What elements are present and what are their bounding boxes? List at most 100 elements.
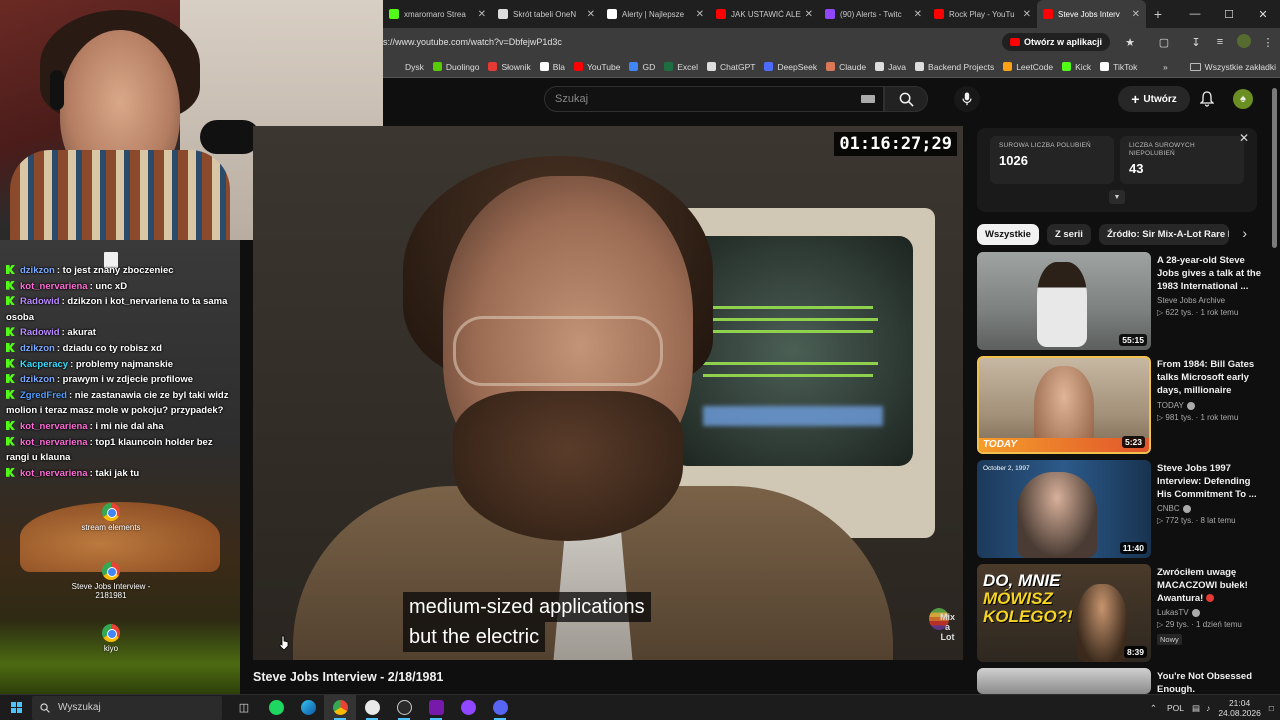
bookmark-item[interactable]: Excel — [664, 62, 698, 72]
bookmark-item[interactable]: ChatGPT — [707, 62, 755, 72]
extensions-icon[interactable]: ▢ — [1152, 36, 1176, 49]
bookmark-item[interactable]: Claude — [826, 62, 866, 72]
chip-source[interactable]: Źródło: Sir Mix-A-Lot Rare Mu — [1098, 223, 1229, 245]
channel-name[interactable]: LukasTV — [1157, 608, 1189, 617]
keyboard-icon[interactable] — [861, 95, 875, 103]
chip-all[interactable]: Wszystkie — [977, 223, 1039, 245]
bookmark-item[interactable]: Java — [875, 62, 906, 72]
video-thumbnail[interactable]: DO, MNIE MÓWISZ KOLEGO?! 8:39 — [977, 564, 1151, 662]
tab-close-icon[interactable]: ✕ — [805, 9, 813, 20]
tab-close-icon[interactable]: ✕ — [1132, 9, 1140, 20]
channel-name[interactable]: Steve Jobs Archive — [1157, 296, 1225, 305]
notifications-icon[interactable]: □ — [1269, 703, 1274, 713]
notifications-button[interactable] — [1198, 90, 1216, 108]
search-input[interactable]: Szukaj — [544, 86, 884, 112]
recommendation-item[interactable]: 55:15 A 28-year-old Steve Jobs gives a t… — [977, 252, 1267, 352]
recommendation-title[interactable]: Steve Jobs 1997 Interview: Defending His… — [1157, 462, 1261, 501]
recommendation-item[interactable]: You're Not Obsessed Enough. — [977, 668, 1267, 696]
create-button[interactable]: + Utwórz — [1118, 86, 1190, 112]
desktop-icon-steve-jobs-interview[interactable]: Steve Jobs Interview - 2181981 — [71, 562, 151, 600]
video-thumbnail[interactable] — [977, 668, 1151, 694]
bookmark-item[interactable]: YouTube — [574, 62, 620, 72]
close-window-button[interactable]: ✕ — [1246, 0, 1280, 28]
browser-tab[interactable]: Steve Jobs Interv ✕ — [1037, 0, 1146, 28]
close-icon[interactable]: ✕ — [1239, 131, 1249, 145]
maximize-button[interactable]: ☐ — [1212, 0, 1246, 28]
recommendation-title[interactable]: A 28-year-old Steve Jobs gives a talk at… — [1157, 254, 1261, 293]
screen-blue-bar — [703, 406, 883, 426]
recommendation-title[interactable]: You're Not Obsessed Enough. — [1157, 670, 1261, 696]
task-view-button[interactable]: ◫ — [228, 695, 260, 720]
recommendation-title[interactable]: From 1984: Bill Gates talks Microsoft ea… — [1157, 358, 1261, 398]
url-field[interactable]: s://www.youtube.com/watch?v=DbfejwP1d3c — [383, 37, 1002, 47]
taskbar-search[interactable]: Wyszukaj — [32, 695, 222, 720]
bookmark-item[interactable]: TikTok — [1100, 62, 1137, 72]
taskbar-app-clock[interactable] — [356, 695, 388, 720]
browser-tab[interactable]: Rock Play - YouTu ✕ — [928, 0, 1037, 28]
bookmark-item[interactable]: Backend Projects — [915, 62, 994, 72]
page-scrollbar[interactable] — [1272, 88, 1277, 248]
bookmark-item[interactable]: Słownik — [488, 62, 531, 72]
taskbar-onenote[interactable] — [420, 695, 452, 720]
network-icon[interactable]: ▤ — [1192, 703, 1200, 714]
menu-kebab-icon[interactable]: ⋮ — [1256, 36, 1280, 49]
bookmark-item[interactable]: GD — [629, 62, 655, 72]
recommendation-item[interactable]: TODAY 5:23 From 1984: Bill Gates talks M… — [977, 356, 1267, 456]
bookmark-star-icon[interactable]: ★ — [1118, 36, 1142, 49]
tab-close-icon[interactable]: ✕ — [587, 9, 595, 20]
bookmark-item[interactable]: Bla — [539, 62, 565, 72]
video-thumbnail[interactable]: October 2, 1997 11:40 — [977, 460, 1151, 558]
new-tab-button[interactable]: + — [1146, 6, 1170, 22]
tab-close-icon[interactable]: ✕ — [1023, 9, 1031, 20]
video-thumbnail[interactable]: TODAY 5:23 — [977, 356, 1151, 454]
taskbar-chrome[interactable] — [324, 694, 356, 720]
open-in-app-button[interactable]: Otwórz w aplikacji — [1001, 33, 1110, 51]
bookmark-favicon-icon — [664, 62, 674, 71]
recommendation-item[interactable]: DO, MNIE MÓWISZ KOLEGO?! 8:39 Zwróciłem u… — [977, 564, 1267, 664]
taskbar-discord[interactable] — [484, 695, 516, 720]
bookmark-item[interactable]: Duolingo — [432, 62, 479, 72]
taskbar-edge[interactable] — [292, 695, 324, 720]
taskbar-obs[interactable] — [388, 695, 420, 720]
voice-search-button[interactable] — [954, 86, 980, 112]
desktop-icon-stream-elements[interactable]: stream elements — [71, 503, 151, 532]
chip-series[interactable]: Z serii — [1046, 223, 1091, 245]
bookmarks-overflow-icon[interactable]: » — [1163, 62, 1168, 72]
recommendation-title[interactable]: Zwróciłem uwagę MACACZOWI bułek! Awantur… — [1157, 566, 1261, 605]
bookmark-item[interactable]: Dysk — [392, 62, 424, 72]
start-button[interactable] — [0, 702, 32, 713]
browser-tab[interactable]: Skrót tabeli OneN ✕ — [492, 0, 601, 28]
channel-name[interactable]: TODAY — [1157, 401, 1184, 410]
recommendation-item[interactable]: October 2, 1997 11:40 Steve Jobs 1997 In… — [977, 460, 1267, 560]
browser-tab[interactable]: Alerty | Najlepsze ✕ — [601, 0, 710, 28]
volume-icon[interactable]: ♪ — [1206, 703, 1210, 713]
video-player[interactable]: 01:16:27;29 medium-sized applications bu… — [253, 126, 963, 660]
taskbar-spotify[interactable] — [260, 695, 292, 720]
profile-avatar[interactable] — [1232, 33, 1256, 51]
desktop-icon-kiyo[interactable]: kiyo — [71, 624, 151, 653]
browser-tab[interactable]: xmaromaro Strea ✕ — [383, 0, 492, 28]
microphone — [200, 120, 260, 154]
taskbar-twitch[interactable] — [452, 695, 484, 720]
chevron-right-icon[interactable]: › — [1242, 225, 1247, 241]
system-clock[interactable]: 21:04 24.08.2026 — [1218, 698, 1261, 718]
minimize-button[interactable]: — — [1178, 0, 1212, 28]
tab-close-icon[interactable]: ✕ — [696, 9, 704, 20]
video-thumbnail[interactable]: 55:15 — [977, 252, 1151, 350]
search-button[interactable] — [884, 86, 928, 112]
keyboard-language[interactable]: POL — [1167, 703, 1184, 713]
tab-close-icon[interactable]: ✕ — [914, 9, 922, 20]
account-avatar[interactable]: ♠ — [1233, 89, 1253, 109]
chevron-down-icon[interactable]: ▼ — [1109, 190, 1125, 204]
media-icon[interactable]: ≡ — [1208, 36, 1232, 48]
channel-name[interactable]: CNBC — [1157, 504, 1180, 513]
browser-tab[interactable]: JAK USTAWIĆ ALE ✕ — [710, 0, 819, 28]
download-icon[interactable]: ↧ — [1184, 36, 1208, 49]
bookmark-item[interactable]: DeepSeek — [764, 62, 817, 72]
browser-tab[interactable]: (90) Alerts - Twitc ✕ — [819, 0, 928, 28]
bookmark-item[interactable]: LeetCode — [1003, 62, 1053, 72]
tray-chevron-up-icon[interactable]: ⌃ — [1150, 703, 1157, 714]
tab-close-icon[interactable]: ✕ — [478, 9, 486, 20]
bookmark-item[interactable]: Kick — [1062, 62, 1091, 72]
all-bookmarks-button[interactable]: » Wszystkie zakładki — [1163, 62, 1276, 72]
